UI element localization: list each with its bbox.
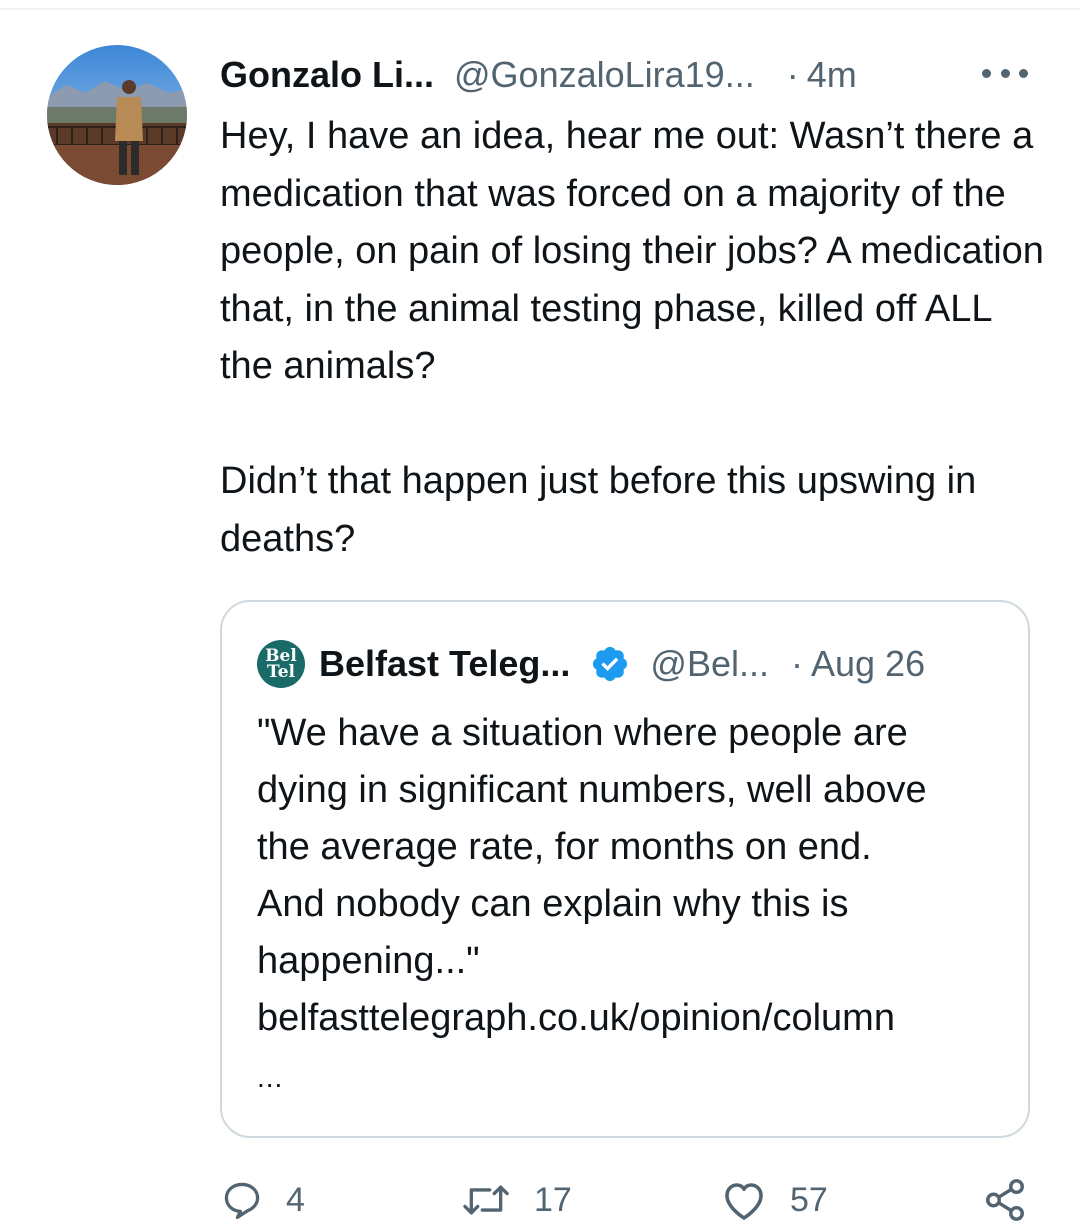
like-count: 57 (790, 1180, 828, 1219)
quoted-tweet-text: "We have a situation where people are dy… (257, 705, 1017, 1047)
time-separator: · (786, 54, 799, 95)
tweet-header: Gonzalo Li... @GonzaloLira19... · 4m (220, 52, 857, 98)
tweet-timestamp[interactable]: 4m (807, 54, 857, 96)
heart-icon (725, 1183, 763, 1220)
tweet-paragraph: Hey, I have an idea, hear me out: Wasn’t… (220, 115, 1044, 387)
reply-count: 4 (286, 1180, 305, 1219)
quoted-author-logo: Bel Tel (257, 640, 305, 688)
time-separator: · (791, 643, 803, 684)
quoted-link-text: belfasttelegraph.co.uk/opinion/column (257, 997, 895, 1039)
quoted-author-name: Belfast Teleg... (319, 643, 571, 684)
quoted-text-line: the average rate, for months on end. (257, 826, 872, 868)
quoted-text-line: "We have a situation where people are (257, 712, 908, 754)
quoted-text-line: And nobody can explain why this is (257, 883, 849, 925)
reply-button[interactable]: 4 (220, 1172, 305, 1228)
more-options-icon[interactable] (982, 58, 1028, 88)
reply-icon (224, 1182, 260, 1220)
retweet-icon (463, 1185, 509, 1215)
top-divider (0, 0, 1080, 10)
quoted-tweet-timestamp: Aug 26 (811, 643, 926, 684)
profile-photo-icon (47, 45, 187, 185)
more-dot (1000, 68, 1010, 78)
retweet-button[interactable]: 17 (460, 1172, 572, 1228)
quoted-text-line: dying in significant numbers, well above (257, 769, 927, 811)
author-avatar[interactable] (47, 45, 187, 185)
tweet-text: Hey, I have an idea, hear me out: Wasn’t… (220, 108, 1050, 568)
author-handle[interactable]: @GonzaloLira19... (454, 54, 755, 96)
tweet-actions: 4 17 57 (220, 1172, 1030, 1228)
quoted-tweet-card[interactable]: Bel Tel Belfast Teleg... @Bel... · Aug 2… (220, 600, 1030, 1138)
quoted-truncation: ... (257, 1062, 284, 1093)
logo-line: Tel (267, 662, 295, 682)
author-name[interactable]: Gonzalo Li... (220, 54, 434, 96)
quoted-tweet-header: Bel Tel Belfast Teleg... @Bel... · Aug 2… (257, 640, 925, 688)
like-button[interactable]: 57 (720, 1172, 828, 1228)
tweet-paragraph: Didn’t that happen just before this upsw… (220, 460, 977, 560)
quoted-author-handle: @Bel... (650, 643, 769, 684)
more-dot (1019, 68, 1028, 78)
more-dot (982, 68, 991, 78)
verified-badge-icon (593, 646, 628, 682)
quoted-text-line: happening..." (257, 940, 480, 982)
retweet-count: 17 (534, 1180, 572, 1219)
share-button[interactable] (982, 1172, 1028, 1228)
share-icon (986, 1179, 1024, 1221)
